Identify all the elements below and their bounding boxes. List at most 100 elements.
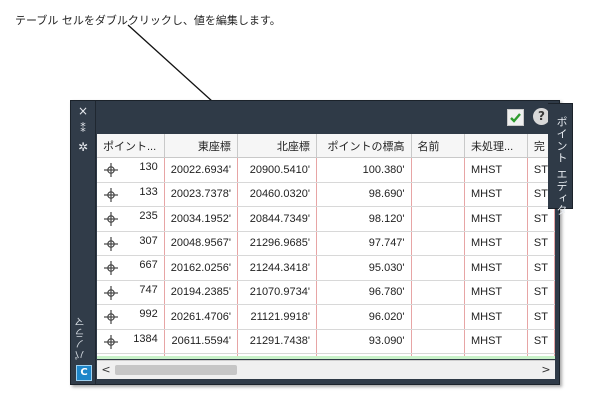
column-header-point[interactable]: ポイント... — [97, 134, 165, 158]
horizontal-scrollbar[interactable]: < > — [97, 360, 555, 379]
cell-point-value: 667 — [139, 259, 158, 272]
cell-easting[interactable]: 20034.1952' — [164, 206, 238, 232]
cell-point-value: 992 — [139, 308, 158, 321]
table-row[interactable]: 130 20022.6934' 20900.5410' 100.380' MHST ST — [97, 157, 555, 183]
cell-elevation[interactable]: 100.380' — [316, 157, 412, 183]
column-header-raw-description[interactable]: 未処理... — [464, 134, 528, 158]
cell-easting[interactable]: 20022.6934' — [164, 157, 238, 183]
cell-northing[interactable]: 20900.5410' — [237, 157, 317, 183]
cell-elevation[interactable]: 96.780' — [316, 280, 412, 305]
cell-raw[interactable]: MHST — [464, 280, 528, 305]
table-row[interactable]: 1384 20611.5594' 21291.7438' 93.090' MHST ST — [97, 329, 555, 354]
app-logo-icon: C — [76, 365, 92, 381]
point-marker-icon — [103, 162, 119, 178]
cell-name[interactable] — [411, 206, 465, 232]
cell-point-value: 747 — [139, 283, 158, 296]
palette-toolbar: ? — [96, 101, 559, 131]
cell-raw[interactable]: MHST — [464, 157, 528, 183]
cell-northing[interactable]: 21070.9734' — [237, 280, 317, 305]
table-header-row: ポイント... 東座標 北座標 ポイントの標高 名前 未処理... 完 — [97, 134, 555, 158]
cell-point[interactable]: 992 — [97, 304, 165, 330]
cell-name[interactable] — [411, 255, 465, 281]
cell-name[interactable] — [411, 329, 465, 354]
close-icon[interactable]: × — [76, 104, 90, 118]
cell-northing[interactable]: 21121.9918' — [237, 304, 317, 330]
point-editor-tab-label: ポイント エディタ — [555, 116, 568, 217]
table-row[interactable]: 747 20194.2385' 21070.9734' 96.780' MHST ST — [97, 280, 555, 305]
cell-elevation[interactable]: 96.020' — [316, 304, 412, 330]
cell-full[interactable]: ST — [527, 304, 555, 330]
point-editor-grid: ポイント... 東座標 北座標 ポイントの標高 名前 未処理... 完 130 2… — [97, 134, 555, 356]
cell-raw[interactable]: MHST — [464, 329, 528, 354]
column-header-elevation[interactable]: ポイントの標高 — [316, 134, 412, 158]
point-marker-icon — [103, 236, 119, 252]
table-row[interactable]: 992 20261.4706' 21121.9918' 96.020' MHST ST — [97, 304, 555, 330]
point-marker-icon — [103, 187, 119, 203]
cell-elevation[interactable]: 93.090' — [316, 329, 412, 354]
cell-raw[interactable]: MHST — [464, 182, 528, 207]
cell-full[interactable]: ST — [527, 329, 555, 354]
instruction-callout: テーブル セルをダブルクリックし、値を編集します。 — [15, 14, 281, 27]
cell-raw[interactable]: MHST — [464, 206, 528, 232]
cell-full[interactable]: ST — [527, 255, 555, 281]
point-marker-icon — [103, 260, 119, 276]
cell-elevation[interactable]: 97.747' — [316, 231, 412, 256]
column-header-name[interactable]: 名前 — [411, 134, 465, 158]
palette-title: パノラマ — [76, 316, 87, 360]
cell-point[interactable]: 130 — [97, 157, 165, 183]
cell-elevation[interactable]: 95.030' — [316, 255, 412, 281]
selection-strip — [97, 356, 555, 359]
cell-easting[interactable]: 20048.9567' — [164, 231, 238, 256]
cell-point[interactable]: 667 — [97, 255, 165, 281]
point-editor-tab[interactable]: ポイント エディタ — [548, 103, 573, 217]
cell-name[interactable] — [411, 280, 465, 305]
cell-northing[interactable]: 21244.3418' — [237, 255, 317, 281]
point-marker-icon — [103, 334, 119, 350]
cell-point[interactable]: 235 — [97, 206, 165, 232]
cell-raw[interactable]: MHST — [464, 304, 528, 330]
column-header-northing[interactable]: 北座標 — [237, 134, 317, 158]
table-row[interactable]: 133 20023.7378' 20460.0320' 98.690' MHST ST — [97, 182, 555, 207]
cell-raw[interactable]: MHST — [464, 231, 528, 256]
autohide-icon[interactable]: ⁑ — [76, 122, 90, 136]
cell-name[interactable] — [411, 304, 465, 330]
cell-name[interactable] — [411, 231, 465, 256]
cell-point-value: 307 — [139, 234, 158, 247]
cell-northing[interactable]: 20844.7349' — [237, 206, 317, 232]
cell-easting[interactable]: 20611.5594' — [164, 329, 238, 354]
scroll-left-icon[interactable]: < — [99, 363, 113, 377]
cell-easting[interactable]: 20023.7378' — [164, 182, 238, 207]
table-row[interactable]: 667 20162.0256' 21244.3418' 95.030' MHST ST — [97, 255, 555, 281]
points-table: ポイント... 東座標 北座標 ポイントの標高 名前 未処理... 完 130 2… — [97, 134, 555, 356]
scrollbar-thumb[interactable] — [115, 365, 237, 375]
cell-point[interactable]: 307 — [97, 231, 165, 256]
cell-full[interactable]: ST — [527, 231, 555, 256]
point-marker-icon — [103, 309, 119, 325]
properties-icon[interactable]: ✲ — [76, 140, 90, 154]
column-header-easting[interactable]: 東座標 — [164, 134, 238, 158]
scroll-right-icon[interactable]: > — [539, 363, 553, 377]
cell-easting[interactable]: 20162.0256' — [164, 255, 238, 281]
table-row[interactable]: 307 20048.9567' 21296.9685' 97.747' MHST ST — [97, 231, 555, 256]
cell-northing[interactable]: 21291.7438' — [237, 329, 317, 354]
cell-northing[interactable]: 21296.9685' — [237, 231, 317, 256]
cell-northing[interactable]: 20460.0320' — [237, 182, 317, 207]
cell-full[interactable]: ST — [527, 206, 555, 232]
cell-elevation[interactable]: 98.120' — [316, 206, 412, 232]
cell-point-value: 130 — [139, 161, 158, 174]
cell-point[interactable]: 747 — [97, 280, 165, 305]
point-marker-icon — [103, 285, 119, 301]
cell-easting[interactable]: 20261.4706' — [164, 304, 238, 330]
cell-point[interactable]: 1384 — [97, 329, 165, 354]
cell-easting[interactable]: 20194.2385' — [164, 280, 238, 305]
table-row[interactable]: 235 20034.1952' 20844.7349' 98.120' MHST ST — [97, 206, 555, 232]
cell-point[interactable]: 133 — [97, 182, 165, 207]
cell-raw[interactable]: MHST — [464, 255, 528, 281]
cell-name[interactable] — [411, 157, 465, 183]
point-marker-icon — [103, 211, 119, 227]
check-icon[interactable] — [507, 109, 524, 126]
cell-point-value: 235 — [139, 210, 158, 223]
cell-full[interactable]: ST — [527, 280, 555, 305]
cell-name[interactable] — [411, 182, 465, 207]
cell-elevation[interactable]: 98.690' — [316, 182, 412, 207]
